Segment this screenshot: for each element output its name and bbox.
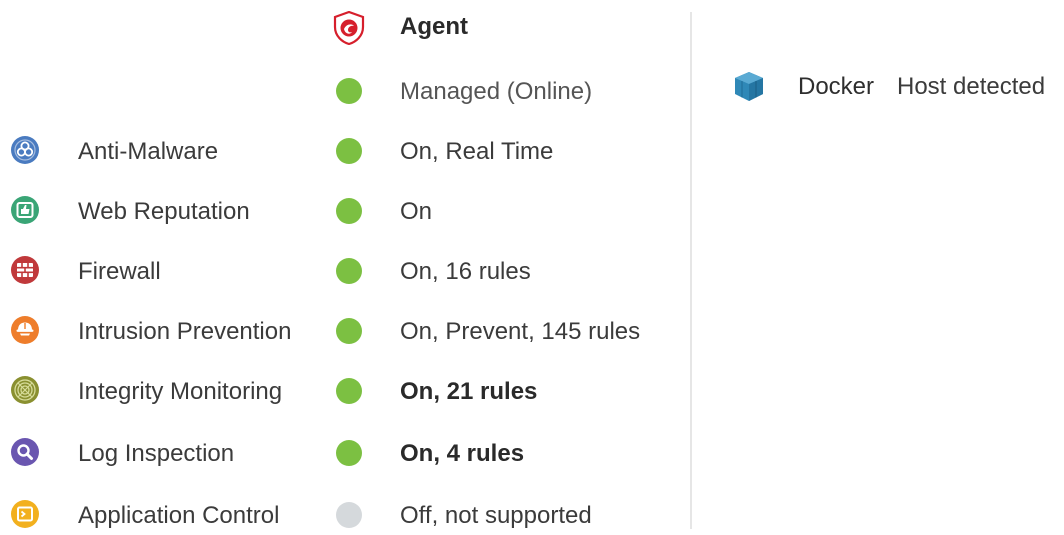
feature-name: Log Inspection	[78, 440, 235, 467]
status-indicator	[336, 502, 362, 528]
feature-status: On, Real Time	[400, 138, 554, 165]
application-control-icon	[11, 500, 39, 528]
status-indicator	[336, 440, 362, 466]
feature-status-link[interactable]: On, 4 rules	[400, 440, 524, 468]
trend-micro-agent-icon	[333, 11, 365, 45]
status-indicator	[336, 318, 362, 344]
firewall-icon	[11, 256, 39, 284]
feature-row-intrusion-prevention: Intrusion Prevention On, Prevent, 145 ru…	[0, 311, 680, 351]
agent-status: Managed (Online)	[400, 78, 593, 105]
status-indicator	[336, 378, 362, 404]
feature-status: On, 16 rules	[400, 258, 531, 285]
status-indicator	[336, 138, 362, 164]
feature-status-link[interactable]: On, 21 rules	[400, 378, 537, 406]
feature-name: Anti-Malware	[78, 138, 219, 165]
docker-label: Docker	[798, 73, 875, 100]
integrity-monitoring-icon	[11, 376, 39, 404]
docker-status: Host detected	[897, 73, 1046, 100]
agent-status-row: Managed (Online)	[0, 71, 680, 111]
agent-title: Agent	[400, 13, 468, 40]
feature-row-web-reputation: Web Reputation On	[0, 191, 680, 231]
feature-row-anti-malware: Anti-Malware On, Real Time	[0, 131, 680, 171]
feature-status: On, Prevent, 145 rules	[400, 318, 641, 345]
feature-status: On	[400, 198, 433, 225]
biohazard-icon	[11, 136, 39, 164]
docker-cube-icon	[735, 72, 763, 101]
status-indicator	[336, 258, 362, 284]
feature-row-log-inspection: Log Inspection On, 4 rules	[0, 433, 680, 473]
feature-name: Web Reputation	[78, 198, 250, 225]
intrusion-prevention-icon	[11, 316, 39, 344]
status-indicator	[336, 198, 362, 224]
feature-name: Application Control	[78, 502, 280, 529]
magnifier-icon	[11, 438, 39, 466]
feature-name: Integrity Monitoring	[78, 378, 283, 405]
status-indicator	[336, 78, 362, 104]
column-divider	[690, 12, 692, 529]
feature-row-application-control: Application Control Off, not supported	[0, 495, 680, 535]
feature-row-integrity-monitoring: Integrity Monitoring On, 21 rules	[0, 371, 680, 411]
feature-name: Intrusion Prevention	[78, 318, 292, 345]
feature-status: Off, not supported	[400, 502, 592, 529]
feature-row-firewall: Firewall On, 16 rules	[0, 251, 680, 291]
web-reputation-icon	[11, 196, 39, 224]
feature-name: Firewall	[78, 258, 161, 285]
